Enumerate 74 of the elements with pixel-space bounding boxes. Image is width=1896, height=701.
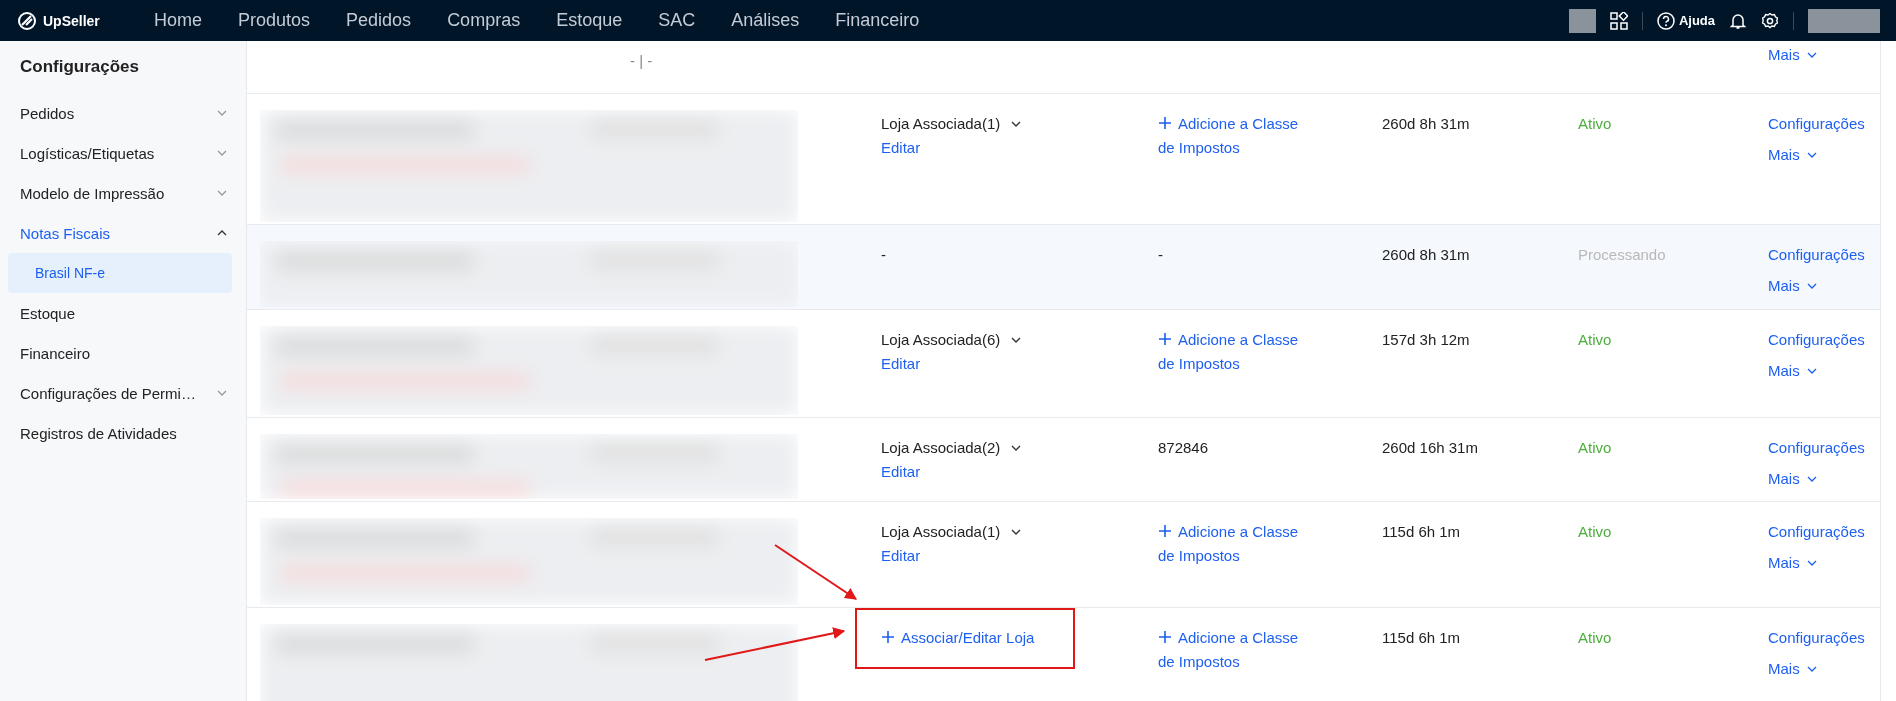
status-text: Ativo [1578,628,1612,648]
more-menu[interactable]: Mais [1768,467,1818,491]
tax-cell-text: 872846 [1158,438,1209,458]
settings-link[interactable]: Configurações [1768,328,1865,352]
nav-item[interactable]: Compras [447,10,521,31]
associate-store-link[interactable]: Associar/Editar Loja [881,626,1035,650]
nav-item[interactable]: Pedidos [346,10,412,31]
logo-icon [17,10,37,31]
more-menu[interactable]: Mais [1768,43,1818,67]
store-dropdown[interactable]: Loja Associada(6) [881,328,1023,352]
nav-item[interactable]: Home [154,10,202,31]
status-text: Ativo [1578,522,1612,542]
nav-item[interactable]: Análises [731,10,800,31]
settings-link[interactable]: Configurações [1768,436,1865,460]
settings-link[interactable]: Configurações [1768,243,1865,267]
edit-link[interactable]: Editar [881,460,921,484]
more-menu[interactable]: Mais [1768,359,1818,383]
plus-icon [1158,332,1172,346]
time-cell-text: 115d 6h 1m [1382,522,1461,542]
help-icon [1656,11,1675,30]
time-cell-text: 260d 8h 31m [1382,245,1470,265]
edit-link[interactable]: Editar [881,352,921,376]
add-tax-class-link[interactable]: Adicione a Classe de Impostos [1158,328,1318,376]
plus-icon [881,630,895,644]
store-cell-text: - [881,245,886,265]
nav-item[interactable]: Produtos [238,10,311,31]
status-text: Ativo [1578,438,1612,458]
time-cell-text: 115d 6h 1m [1382,628,1461,648]
plus-icon [1158,630,1172,644]
plus-icon [1158,116,1172,130]
sidebar-item[interactable]: Modelo de Impressão [0,173,246,213]
edit-link[interactable]: Editar [881,544,921,568]
status-text: Processando [1578,245,1666,265]
document-cell-text: - | - [630,51,653,71]
more-menu[interactable]: Mais [1768,274,1818,298]
settings-link[interactable]: Configurações [1768,520,1865,544]
settings-link[interactable]: Configurações [1768,626,1865,650]
sidebar-subitem[interactable]: Brasil NF-e [8,253,232,293]
store-dropdown[interactable]: Loja Associada(2) [881,436,1023,460]
status-text: Ativo [1578,330,1612,350]
sidebar-title: Configurações [19,57,141,78]
nav-item[interactable]: Financeiro [835,10,920,31]
add-tax-class-link[interactable]: Adicione a Classe de Impostos [1158,626,1318,674]
time-cell-text: 157d 3h 12m [1382,330,1470,350]
time-cell-text: 260d 8h 31m [1382,114,1470,134]
sidebar-item[interactable]: Configurações de Permi… [0,373,246,413]
more-menu[interactable]: Mais [1768,657,1818,681]
status-text: Ativo [1578,114,1612,134]
sidebar-item[interactable]: Notas Fiscais [0,213,246,253]
store-dropdown[interactable]: Loja Associada(1) [881,112,1023,136]
sidebar-item[interactable]: Estoque [0,293,246,333]
store-dropdown[interactable]: Loja Associada(1) [881,520,1023,544]
time-cell-text: 260d 16h 31m [1382,438,1478,458]
nav-item[interactable]: SAC [658,10,696,31]
nav-item[interactable]: Estoque [556,10,623,31]
sidebar-item[interactable]: Registros de Atividades [0,413,246,453]
add-tax-class-link[interactable]: Adicione a Classe de Impostos [1158,520,1318,568]
settings-icon[interactable] [1761,11,1779,30]
add-tax-class-link[interactable]: Adicione a Classe de Impostos [1158,112,1318,160]
more-menu[interactable]: Mais [1768,551,1818,575]
edit-link[interactable]: Editar [881,136,921,160]
brand-name: UpSeller [43,12,100,29]
settings-link[interactable]: Configurações [1768,112,1865,136]
help-link[interactable]: Ajuda [1656,11,1715,30]
avatar [1568,8,1596,33]
apps-icon[interactable] [1609,11,1628,30]
sidebar-item[interactable]: Logísticas/Etiquetas [0,133,246,173]
sidebar-item[interactable]: Financeiro [0,333,246,373]
tax-cell-text: - [1158,245,1163,265]
bell-icon[interactable] [1729,11,1747,30]
user-avatar[interactable] [1808,8,1880,33]
plus-icon [1158,524,1172,538]
more-menu[interactable]: Mais [1768,143,1818,167]
sidebar-item[interactable]: Pedidos [0,93,246,133]
